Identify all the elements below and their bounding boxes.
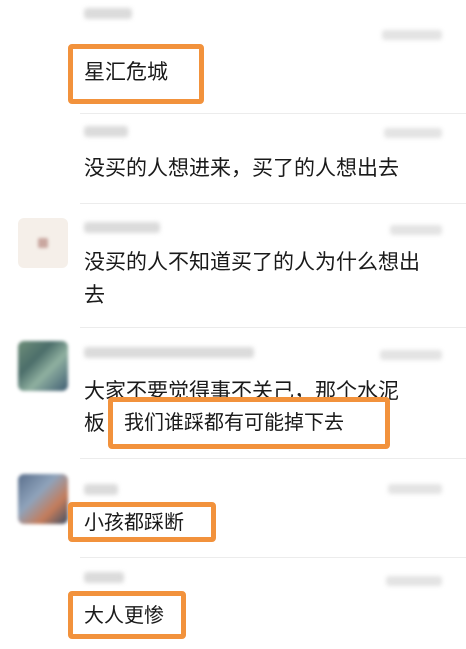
divider [80, 458, 466, 459]
avatar[interactable] [18, 341, 68, 391]
timestamp-blurred [382, 30, 442, 40]
comment-text-line2: 去 [84, 283, 105, 307]
timestamp-blurred [390, 225, 442, 235]
timestamp-blurred [380, 350, 442, 360]
divider [80, 203, 466, 204]
username-blurred [84, 126, 128, 137]
username-blurred [84, 8, 132, 19]
divider [80, 327, 466, 328]
timestamp-blurred [388, 484, 442, 494]
divider [80, 113, 466, 114]
comment-text: 没买的人想进来，买了的人想出去 [84, 156, 399, 180]
comment-text-highlight: 我们谁踩都有可能掉下去 [124, 410, 344, 434]
comment-text: 小孩都踩断 [84, 510, 184, 534]
comment-text-line1: 没买的人不知道买了的人为什么想出 [84, 250, 420, 274]
username-blurred [84, 572, 124, 583]
avatar[interactable] [18, 474, 68, 524]
timestamp-blurred [384, 128, 442, 138]
username-blurred [84, 347, 254, 358]
comment-text: 大人更惨 [84, 603, 164, 627]
avatar[interactable] [18, 218, 68, 268]
timestamp-blurred [386, 576, 442, 586]
comment-text: 星汇危城 [84, 60, 168, 84]
comment-text-line2-prefix: 板 [84, 411, 105, 435]
username-blurred [84, 222, 160, 233]
divider [80, 557, 466, 558]
username-blurred [84, 484, 118, 495]
